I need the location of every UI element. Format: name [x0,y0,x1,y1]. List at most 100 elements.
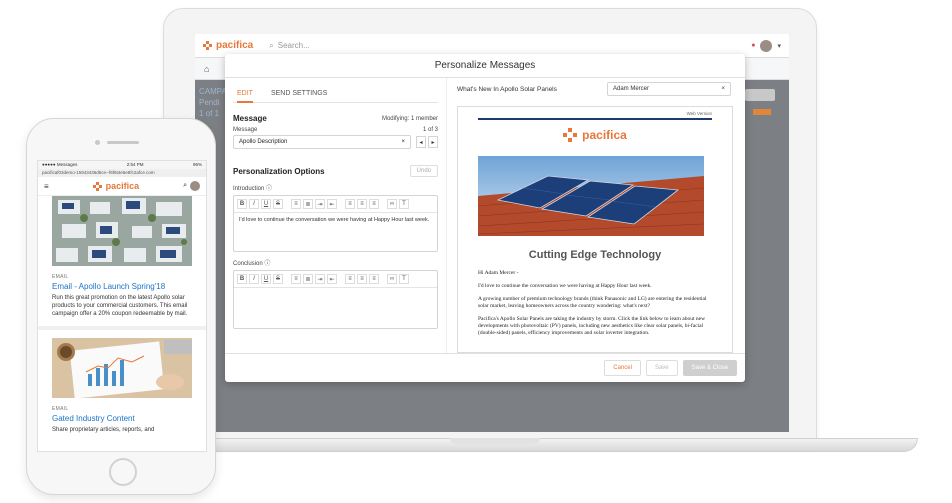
introduction-editor[interactable]: B I U S ≡ ≣ ⇥ ⇤ ≡ ≡ ≡ ∞ T I'd love to co… [233,195,438,252]
conclusion-text[interactable] [234,288,437,328]
message-label: Message [233,127,258,133]
message-select[interactable]: Apollo Description × [233,135,411,149]
save-button[interactable]: Save [645,360,678,376]
phone-screen: ●●●●● Messages 2:54 PM 96% pacificaf03de… [37,160,207,452]
underline-icon[interactable]: U [261,274,271,284]
home-icon[interactable]: ⌂ [204,64,209,74]
link-icon[interactable]: ∞ [387,199,397,209]
numbered-list-icon[interactable]: ≣ [303,199,313,209]
info-icon[interactable]: ⓘ [264,261,270,267]
link-icon[interactable]: ∞ [387,274,397,284]
modal-tabs: EDIT SEND SETTINGS [233,86,438,103]
italic-icon[interactable]: I [249,199,259,209]
message-value: Apollo Description [239,139,288,145]
card-title-link[interactable]: Gated Industry Content [52,414,192,423]
align-right-icon[interactable]: ≡ [369,274,379,284]
personalize-messages-modal: Personalize Messages EDIT SEND SETTINGS … [225,54,745,382]
next-arrow-icon[interactable]: ▸ [428,136,438,148]
bold-icon[interactable]: B [237,274,247,284]
indent-icon[interactable]: ⇥ [315,274,325,284]
align-left-icon[interactable]: ≡ [345,274,355,284]
notification-icon[interactable]: ● [751,42,755,49]
align-center-icon[interactable]: ≡ [357,199,367,209]
recipient-select[interactable]: Adam Mercer × [607,82,731,96]
preview-pane: What's New In Apollo Solar Panels Adam M… [457,78,737,353]
clear-format-icon[interactable]: T [399,199,409,209]
bulleted-list-icon[interactable]: ≡ [291,199,301,209]
modal-footer: Cancel Save Save & Close [225,353,745,382]
brand-logo[interactable]: pacifica [203,40,253,51]
clear-icon[interactable]: × [721,86,725,92]
user-avatar[interactable] [760,39,773,52]
personalization-heading: Personalization Options [233,166,325,176]
align-left-icon[interactable]: ≡ [345,199,355,209]
email-header-rule [478,118,712,120]
outdent-icon[interactable]: ⇤ [327,199,337,209]
phone-url-bar[interactable]: pacificaf03demo-15943436d5ce--f6f6t4e5e8… [38,169,206,177]
background-link [753,109,771,115]
email-heading: Cutting Edge Technology [528,249,662,261]
previous-arrow-icon[interactable]: ◂ [416,136,426,148]
clear-icon[interactable]: × [401,139,405,145]
phone-status-bar: ●●●●● Messages 2:54 PM 96% [38,161,206,169]
tab-edit[interactable]: EDIT [237,90,253,103]
user-avatar[interactable] [190,181,200,191]
bg-line: Pendi [199,98,220,107]
bold-icon[interactable]: B [237,199,247,209]
tab-send-settings[interactable]: SEND SETTINGS [271,90,327,97]
content-card[interactable]: EMAIL Gated Industry Content Share propr… [52,338,192,434]
pacifica-logo-icon [563,128,578,142]
undo-button[interactable]: Undo [409,165,438,177]
content-card[interactable]: EMAIL Email - Apollo Launch Spring'18 Ru… [52,196,192,318]
email-preview: Web Version pacifica Cutting Edge Techno… [457,106,733,353]
phone-camera [95,140,100,145]
card-description: Run this great promotion on the latest A… [52,295,188,317]
introduction-text[interactable]: I'd love to continue the conversation we… [234,213,437,251]
strikethrough-icon[interactable]: S [273,274,283,284]
bg-line: 1 of 1 [199,109,220,118]
email-greeting: Hi Adam Mercer - [478,270,519,276]
web-version-link[interactable]: Web Version [478,111,712,116]
outdent-icon[interactable]: ⇤ [327,274,337,284]
italic-icon[interactable]: I [249,274,259,284]
recipient-value: Adam Mercer [613,86,650,92]
email-paragraph: A growing number of premium technology b… [478,296,707,309]
rich-text-toolbar: B I U S ≡ ≣ ⇥ ⇤ ≡ ≡ ≡ ∞ T [234,271,437,288]
card-divider [38,326,206,330]
phone-brand-logo[interactable]: pacifica [92,181,139,191]
rich-text-toolbar: B I U S ≡ ≣ ⇥ ⇤ ≡ ≡ ≡ ∞ T [234,196,437,213]
background-page-text: CAMPA Pendi 1 of 1 [199,86,227,119]
strikethrough-icon[interactable]: S [273,199,283,209]
hamburger-menu-icon[interactable]: ≡ [44,182,49,191]
underline-icon[interactable]: U [261,199,271,209]
indent-icon[interactable]: ⇥ [315,199,325,209]
card-type: EMAIL [52,406,69,412]
save-and-close-button[interactable]: Save & Close [682,360,737,376]
status-time: 2:54 PM [126,162,144,167]
cancel-button[interactable]: Cancel [604,360,641,376]
phone-home-button[interactable] [109,458,137,486]
email-paragraph: I'd love to continue the conversation we… [478,283,652,289]
user-menu-chevron-icon[interactable]: ▾ [777,42,781,50]
introduction-label: Introduction ⓘ [233,183,438,192]
preview-title: What's New In Apollo Solar Panels [457,85,557,93]
bg-line: CAMPA [199,87,227,96]
message-count: 1 of 3 [422,127,438,133]
report-desk-image [52,338,192,398]
laptop-notch [450,438,540,444]
align-right-icon[interactable]: ≡ [369,199,379,209]
conclusion-editor[interactable]: B I U S ≡ ≣ ⇥ ⇤ ≡ ≡ ≡ ∞ T [233,270,438,329]
clear-format-icon[interactable]: T [399,274,409,284]
align-center-icon[interactable]: ≡ [357,274,367,284]
carrier: ●●●●● Messages [42,162,78,167]
card-title-link[interactable]: Email - Apollo Launch Spring'18 [52,282,192,291]
message-heading: Message [233,114,267,123]
global-search[interactable]: ⌕ Search... [269,41,310,51]
bulleted-list-icon[interactable]: ≡ [291,274,301,284]
modifying-count: Modifying: 1 member [381,115,438,122]
info-icon[interactable]: ⓘ [266,186,272,192]
search-icon[interactable]: ⌕ [183,182,187,190]
conclusion-label-text: Conclusion [233,261,263,267]
pacifica-logo-icon [203,41,212,50]
numbered-list-icon[interactable]: ≣ [303,274,313,284]
